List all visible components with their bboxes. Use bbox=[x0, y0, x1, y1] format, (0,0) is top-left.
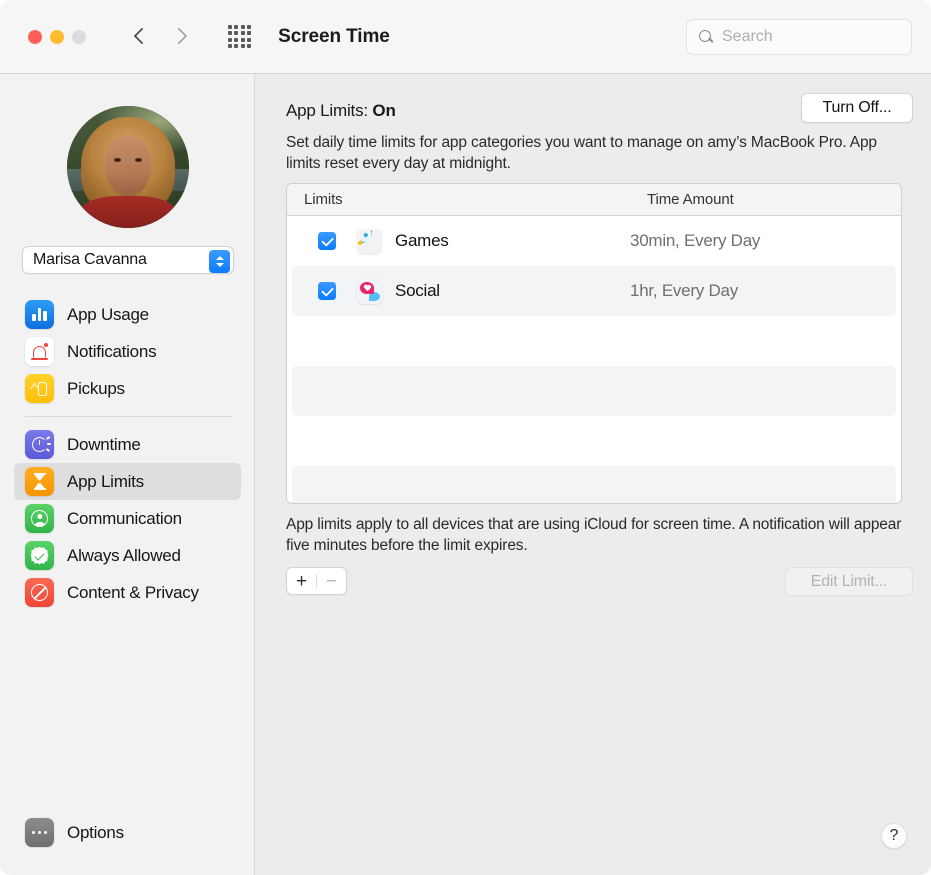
sidebar-item-label: App Usage bbox=[67, 305, 149, 325]
user-select[interactable]: Marisa Cavanna bbox=[22, 246, 234, 274]
table-row-empty bbox=[292, 416, 896, 466]
sidebar-divider bbox=[25, 416, 233, 417]
table-row-empty bbox=[292, 316, 896, 366]
titlebar: Screen Time bbox=[0, 0, 931, 74]
forward-chevron-right-icon[interactable] bbox=[171, 28, 188, 45]
limits-table: Limits Time Amount Games 30min, Every Da… bbox=[286, 183, 902, 504]
table-row[interactable]: Social 1hr, Every Day bbox=[292, 266, 896, 316]
table-row-empty bbox=[292, 366, 896, 416]
sidebar-item-label: Communication bbox=[67, 509, 182, 529]
ellipsis-icon bbox=[25, 818, 54, 847]
row-time-amount: 30min, Every Day bbox=[630, 231, 760, 251]
column-header-limits: Limits bbox=[304, 191, 343, 208]
navigation-arrows bbox=[132, 28, 188, 45]
hourglass-icon bbox=[25, 467, 54, 496]
user-stepper-icon[interactable] bbox=[209, 250, 230, 273]
sidebar-item-downtime[interactable]: Downtime bbox=[14, 426, 241, 463]
avatar[interactable] bbox=[67, 106, 189, 228]
sidebar-item-label: Notifications bbox=[67, 342, 156, 362]
edit-limit-button[interactable]: Edit Limit... bbox=[785, 567, 913, 596]
table-row-empty bbox=[292, 466, 896, 504]
back-chevron-left-icon[interactable] bbox=[132, 28, 149, 45]
traffic-lights bbox=[28, 30, 86, 44]
column-header-time-amount: Time Amount bbox=[647, 191, 734, 208]
no-entry-icon bbox=[25, 578, 54, 607]
sidebar-item-notifications[interactable]: Notifications bbox=[14, 333, 241, 370]
sidebar-item-options[interactable]: Options bbox=[14, 814, 241, 851]
sidebar-item-label: Pickups bbox=[67, 379, 125, 399]
search-icon bbox=[699, 30, 714, 45]
sidebar-item-label: Downtime bbox=[67, 435, 141, 455]
add-remove-limit-group[interactable]: + − bbox=[286, 567, 347, 595]
table-row[interactable]: Games 30min, Every Day bbox=[292, 216, 896, 266]
sidebar-item-communication[interactable]: Communication bbox=[14, 500, 241, 537]
sidebar: Marisa Cavanna App Usage Notifications bbox=[0, 74, 255, 875]
row-checkbox[interactable] bbox=[318, 282, 336, 300]
show-all-preferences-grid-icon[interactable] bbox=[228, 25, 251, 48]
chat-heart-icon bbox=[357, 279, 382, 304]
page-title: Screen Time bbox=[278, 26, 390, 48]
pickup-icon bbox=[25, 374, 54, 403]
sidebar-item-pickups[interactable]: Pickups bbox=[14, 370, 241, 407]
sidebar-nav: App Usage Notifications Pickups bbox=[0, 296, 255, 611]
app-limits-status-label: App Limits: bbox=[286, 101, 368, 120]
bar-chart-icon bbox=[25, 300, 54, 329]
moon-clock-icon bbox=[25, 430, 54, 459]
help-button[interactable]: ? bbox=[881, 823, 907, 849]
main-content: App Limits: On Turn Off... Set daily tim… bbox=[255, 74, 931, 875]
app-limits-description: Set daily time limits for app categories… bbox=[286, 132, 911, 174]
remove-limit-button[interactable]: − bbox=[317, 572, 346, 591]
zoom-button[interactable] bbox=[72, 30, 86, 44]
minimize-button[interactable] bbox=[50, 30, 64, 44]
person-circle-icon bbox=[25, 504, 54, 533]
add-limit-button[interactable]: + bbox=[287, 572, 316, 591]
sidebar-item-label: Always Allowed bbox=[67, 546, 181, 566]
row-category-name: Games bbox=[395, 231, 449, 251]
row-time-amount: 1hr, Every Day bbox=[630, 281, 738, 301]
app-limits-footnote: App limits apply to all devices that are… bbox=[286, 514, 911, 556]
sidebar-item-always-allowed[interactable]: Always Allowed bbox=[14, 537, 241, 574]
sidebar-options-section: Options bbox=[0, 814, 255, 851]
sidebar-item-content-privacy[interactable]: Content & Privacy bbox=[14, 574, 241, 611]
app-limits-status-value: On bbox=[372, 101, 395, 120]
search-field[interactable] bbox=[686, 19, 912, 55]
sidebar-item-app-usage[interactable]: App Usage bbox=[14, 296, 241, 333]
app-limits-status: App Limits: On bbox=[286, 101, 396, 121]
sidebar-item-label: App Limits bbox=[67, 472, 144, 492]
sidebar-item-label: Options bbox=[67, 823, 124, 843]
close-button[interactable] bbox=[28, 30, 42, 44]
bell-icon bbox=[25, 337, 54, 366]
screen-time-window: Screen Time Marisa Cavanna bbox=[0, 0, 931, 875]
checkmark-seal-icon bbox=[25, 541, 54, 570]
user-name: Marisa Cavanna bbox=[33, 251, 147, 269]
turn-off-button[interactable]: Turn Off... bbox=[801, 93, 913, 123]
search-input[interactable] bbox=[722, 28, 892, 46]
sidebar-item-app-limits[interactable]: App Limits bbox=[14, 463, 241, 500]
table-body: Games 30min, Every Day Social 1hr, Every… bbox=[287, 216, 901, 504]
table-header: Limits Time Amount bbox=[287, 184, 901, 216]
row-category-name: Social bbox=[395, 281, 440, 301]
sidebar-item-label: Content & Privacy bbox=[67, 583, 199, 603]
row-checkbox[interactable] bbox=[318, 232, 336, 250]
rocket-icon bbox=[357, 229, 382, 254]
